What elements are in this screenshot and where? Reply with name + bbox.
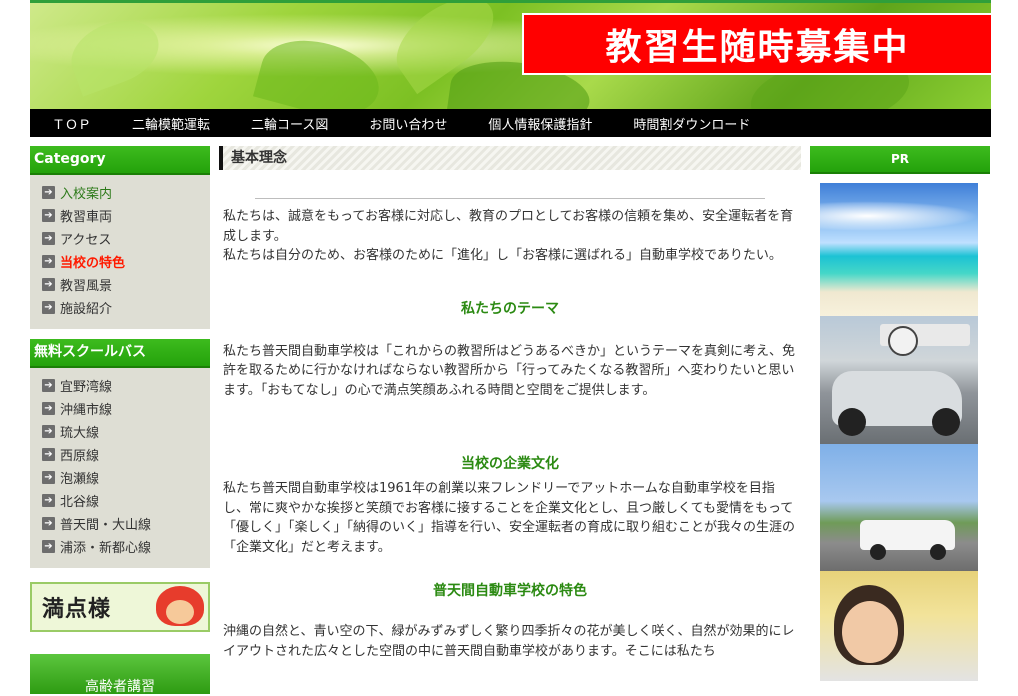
- category-heading: Category: [30, 146, 210, 175]
- school-bus-heading: 無料スクールバス: [30, 339, 210, 368]
- sidebar-item-bus-ginowan[interactable]: ➔ 宜野湾線: [30, 374, 210, 397]
- wheel-shape: [930, 544, 946, 560]
- divider: [255, 198, 765, 199]
- intro-paragraph: 私たちは、誠意をもってお客様に対応し、教育のプロとしてお客様の信頼を集め、安全運…: [223, 209, 794, 244]
- sidebar-item-bus-urasoe-shintoshin[interactable]: ➔ 浦添・新都心線: [30, 535, 210, 558]
- sidebar-item-training-scenes[interactable]: ➔ 教習風景: [30, 273, 210, 296]
- theme-heading: 私たちのテーマ: [461, 300, 559, 317]
- arrow-right-icon: ➔: [42, 186, 55, 199]
- main-content: 基本理念 私たちは、誠意をもってお客様に対応し、教育のプロとしてお客様の信頼を集…: [219, 146, 801, 661]
- arrow-right-icon: ➔: [42, 448, 55, 461]
- arrow-right-icon: ➔: [42, 540, 55, 553]
- sidebar-item-facilities[interactable]: ➔ 施設紹介: [30, 296, 210, 319]
- recruit-banner[interactable]: 教習生随時募集中: [522, 13, 991, 75]
- arrow-right-icon: ➔: [42, 517, 55, 530]
- instructor-photo[interactable]: [820, 571, 978, 681]
- elderly-course-banner[interactable]: 高齢者講習: [30, 654, 210, 695]
- arrow-right-icon: ➔: [42, 471, 55, 484]
- sidebar-item-bus-awase[interactable]: ➔ 泡瀬線: [30, 466, 210, 489]
- nav-contact[interactable]: お問い合わせ: [369, 114, 447, 133]
- arrow-right-icon: ➔: [42, 232, 55, 245]
- sidebar-item-admission[interactable]: ➔ 入校案内: [30, 181, 210, 204]
- feature-heading: 普天間自動車学校の特色: [433, 583, 587, 599]
- cloud-shape: [820, 201, 978, 231]
- training-car-photo[interactable]: [820, 444, 978, 571]
- culture-heading: 当校の企業文化: [461, 456, 559, 472]
- leaf-decoration: [62, 9, 168, 97]
- arrow-right-icon: ➔: [42, 278, 55, 291]
- manten-sama-label: 満点様: [42, 597, 112, 622]
- sidebar-item-vehicles[interactable]: ➔ 教習車両: [30, 204, 210, 227]
- sidebar-item-bus-futenma-oyama[interactable]: ➔ 普天間・大山線: [30, 512, 210, 535]
- sidebar-item-bus-nishihara[interactable]: ➔ 西原線: [30, 443, 210, 466]
- nav-timetable-download[interactable]: 時間割ダウンロード: [633, 114, 750, 133]
- arrow-right-icon: ➔: [42, 301, 55, 314]
- helmet-shape: [888, 326, 918, 356]
- face-shape: [842, 601, 898, 663]
- right-sidebar: PR: [810, 146, 990, 681]
- arrow-right-icon: ➔: [42, 494, 55, 507]
- arrow-right-icon: ➔: [42, 209, 55, 222]
- wheel-shape: [932, 408, 960, 436]
- beach-photo[interactable]: [820, 183, 978, 316]
- nav-privacy-policy[interactable]: 個人情報保護指針: [488, 114, 592, 133]
- arrow-right-icon: ➔: [42, 402, 55, 415]
- feature-paragraph: 沖縄の自然と、青い空の下、緑がみずみずしく繁り四季折々の花が美しく咲く、自然が効…: [223, 624, 795, 659]
- page-wrapper: 教習生随時募集中 ＴＯＰ 二輪模範運転 二輪コース図 お問い合わせ 個人情報保護…: [30, 0, 991, 695]
- page-title: 基本理念: [219, 146, 801, 170]
- motorcycle-photo[interactable]: [820, 316, 978, 444]
- arrow-right-icon: ➔: [42, 425, 55, 438]
- intro-section: 私たちは、誠意をもってお客様に対応し、教育のプロとしてお客様の信頼を集め、安全運…: [219, 207, 801, 266]
- arrow-right-icon: ➔: [42, 255, 55, 268]
- main-nav: ＴＯＰ 二輪模範運転 二輪コース図 お問い合わせ 個人情報保護指針 時間割ダウン…: [30, 109, 991, 137]
- sidebar-item-features[interactable]: ➔ 当校の特色: [30, 250, 210, 273]
- manten-sama-banner[interactable]: 満点様: [30, 582, 210, 632]
- theme-paragraph: 私たち普天間自動車学校は「これからの教習所はどうあるべきか」というテーマを真剣に…: [223, 343, 796, 398]
- nav-motorcycle-course-map[interactable]: 二輪コース図: [251, 114, 328, 133]
- mascot-icon: [156, 586, 204, 626]
- arrow-right-icon: ➔: [42, 379, 55, 392]
- sidebar-item-bus-ryudai[interactable]: ➔ 琉大線: [30, 420, 210, 443]
- sidebar-item-access[interactable]: ➔ アクセス: [30, 227, 210, 250]
- leaf-decoration: [252, 28, 388, 109]
- sidebar-item-bus-okinawa[interactable]: ➔ 沖縄市線: [30, 397, 210, 420]
- left-sidebar: Category ➔ 入校案内 ➔ 教習車両 ➔ アクセス ➔ 当校の特色 ➔ 教習風景 …: [30, 146, 210, 695]
- header-banner: 教習生随時募集中: [30, 0, 991, 109]
- intro-paragraph: 私たちは自分のため、お客様のために「進化」し「お客様に選ばれる」自動車学校であり…: [223, 248, 782, 263]
- category-list: ➔ 入校案内 ➔ 教習車両 ➔ アクセス ➔ 当校の特色 ➔ 教習風景 ➔ 施設紹介: [30, 175, 210, 329]
- nav-top[interactable]: ＴＯＰ: [52, 114, 91, 133]
- wheel-shape: [838, 408, 866, 436]
- nav-motorcycle-demo[interactable]: 二輪模範運転: [132, 114, 210, 133]
- culture-paragraph: 私たち普天間自動車学校は1961年の創業以来フレンドリーでアットホームな自動車学…: [223, 481, 796, 555]
- sidebar-item-bus-chatan[interactable]: ➔ 北谷線: [30, 489, 210, 512]
- pr-heading: PR: [810, 146, 990, 174]
- wheel-shape: [870, 544, 886, 560]
- school-bus-list: ➔ 宜野湾線 ➔ 沖縄市線 ➔ 琉大線 ➔ 西原線 ➔ 泡瀬線 ➔ 北谷線 ➔ 普天間・大山線…: [30, 368, 210, 568]
